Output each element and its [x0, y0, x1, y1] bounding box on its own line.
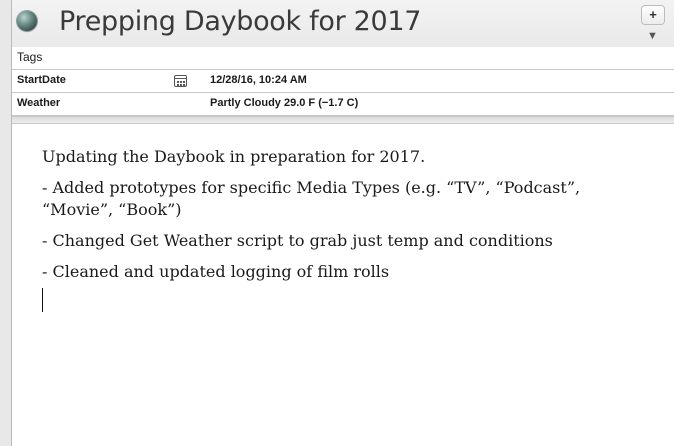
body-line: - Added prototypes for specific Media Ty… [42, 178, 581, 219]
collapse-triangle-icon[interactable]: ▼ [647, 30, 658, 42]
note-body-editor[interactable]: Updating the Daybook in preparation for … [42, 146, 652, 292]
body-line: Updating the Daybook in preparation for … [42, 147, 426, 166]
property-row-startdate[interactable]: StartDate 12/28/16, 10:24 AM [12, 70, 674, 93]
note-header: Prepping Daybook for 2017 + ▼ [12, 0, 674, 48]
body-line: - Cleaned and updated logging of film ro… [42, 262, 390, 281]
property-label-startdate: StartDate [17, 74, 66, 86]
weather-value[interactable]: Partly Cloudy 29.0 F (−1.7 C) [210, 97, 358, 109]
property-label-weather: Weather [17, 97, 61, 109]
note-title[interactable]: Prepping Daybook for 2017 [59, 6, 421, 37]
property-row-weather[interactable]: Weather Partly Cloudy 29.0 F (−1.7 C) [12, 93, 674, 116]
text-cursor [42, 288, 43, 312]
property-row-tags[interactable]: Tags [12, 47, 674, 70]
properties-panel: Tags StartDate 12/28/16, 10:24 AM Weathe… [12, 47, 674, 116]
add-button[interactable]: + [641, 5, 665, 25]
body-line: - Changed Get Weather script to grab jus… [42, 231, 553, 250]
note-status-icon[interactable] [17, 11, 37, 31]
note-pane: Prepping Daybook for 2017 + ▼ Tags Start… [11, 0, 674, 446]
calendar-icon[interactable] [174, 75, 187, 87]
property-label-tags: Tags [17, 50, 43, 64]
pane-splitter[interactable] [12, 116, 674, 124]
startdate-value[interactable]: 12/28/16, 10:24 AM [210, 74, 307, 86]
